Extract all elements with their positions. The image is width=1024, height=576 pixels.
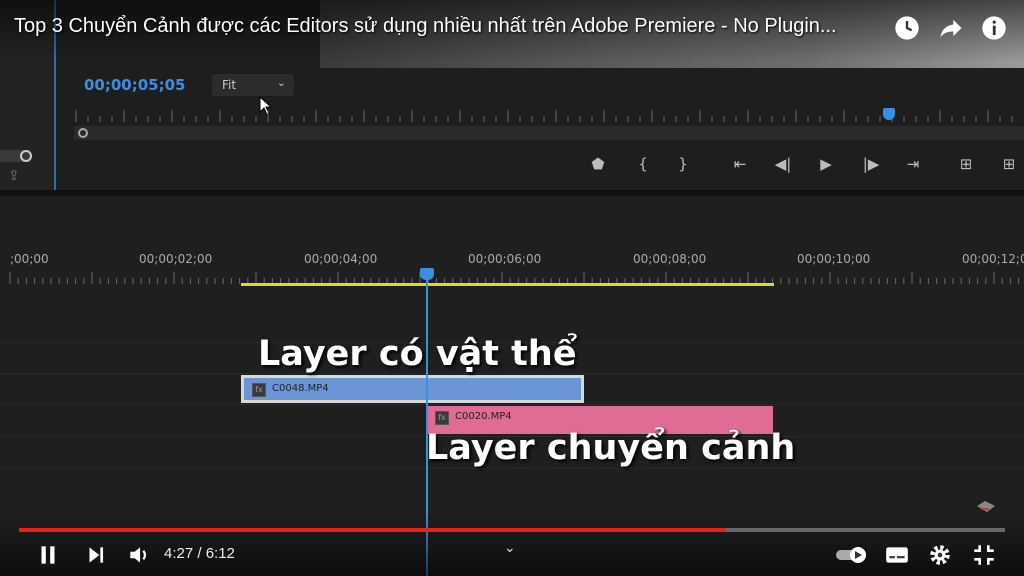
step-forward-icon[interactable]: |▶ — [856, 152, 886, 176]
monitor-time-ruler[interactable] — [74, 108, 1024, 124]
fx-badge-icon: fx — [252, 383, 266, 397]
left-zoom-slider-knob[interactable] — [20, 150, 32, 162]
video-title[interactable]: Top 3 Chuyển Cảnh được các Editors sử dụ… — [14, 15, 837, 38]
timecode-label: 00;00;02;00 — [139, 252, 213, 266]
timecode-label: 00;00;06;00 — [468, 252, 542, 266]
subtitles-icon[interactable] — [883, 542, 911, 568]
timecode-label: 00;00;04;00 — [304, 252, 378, 266]
chevron-down-icon[interactable]: ⌄ — [504, 540, 516, 556]
volume-icon[interactable] — [125, 542, 153, 568]
export-frame-icon[interactable]: ⇪ — [8, 168, 20, 184]
timecode-label: 00;00;08;00 — [633, 252, 707, 266]
mark-out-icon[interactable]: } — [668, 152, 698, 176]
timeline-playhead[interactable] — [420, 268, 434, 280]
clip-c0048[interactable]: fx C0048.MP4 — [241, 375, 584, 403]
autoplay-toggle-icon[interactable] — [834, 542, 872, 568]
step-back-icon[interactable]: ◀| — [768, 152, 798, 176]
clip-name: C0020.MP4 — [455, 411, 512, 422]
track-divider — [0, 468, 1024, 469]
fx-badge-icon: fx — [435, 411, 449, 425]
skip-next-icon[interactable] — [82, 542, 110, 568]
go-to-in-icon[interactable]: ⇤ — [725, 152, 755, 176]
mark-in-icon[interactable]: { — [628, 152, 658, 176]
add-marker-icon[interactable]: ⬟ — [583, 152, 613, 176]
pause-icon[interactable] — [34, 542, 62, 568]
progress-bar-played[interactable] — [19, 528, 726, 532]
chevron-down-icon: ⌄ — [276, 76, 286, 89]
clock-icon[interactable] — [893, 14, 921, 42]
work-area-bar[interactable] — [241, 283, 774, 286]
lift-icon[interactable]: ⊞ — [951, 152, 981, 176]
timecode-label: 00;00;12;0 — [962, 252, 1024, 266]
zoom-select-value: Fit — [222, 78, 237, 92]
extract-icon[interactable]: ⊞ — [994, 152, 1024, 176]
monitor-zoom-scrollbar[interactable] — [74, 126, 1024, 140]
track-divider — [0, 404, 1024, 405]
info-icon[interactable] — [980, 14, 1008, 42]
playhead-timecode[interactable]: 00;00;05;05 — [84, 76, 186, 94]
caption-object-layer: Layer có vật thể — [258, 334, 577, 374]
exit-fullscreen-icon[interactable] — [970, 542, 998, 568]
monitor-scroll-knob[interactable] — [78, 128, 88, 138]
go-to-out-icon[interactable]: ⇥ — [898, 152, 928, 176]
share-arrow-icon[interactable] — [937, 14, 965, 42]
caption-transition-layer: Layer chuyển cảnh — [426, 428, 796, 468]
timecode-label: 00;00;10;00 — [797, 252, 871, 266]
gear-icon[interactable] — [926, 542, 954, 568]
monitor-playhead[interactable] — [883, 108, 895, 120]
time-display: 4:27 / 6:12 — [164, 545, 235, 562]
clip-name: C0048.MP4 — [272, 383, 329, 394]
play-icon[interactable]: ▶ — [811, 152, 841, 176]
timecode-label: ;00;00 — [10, 252, 49, 266]
zoom-select[interactable]: Fit ⌄ — [212, 74, 294, 96]
